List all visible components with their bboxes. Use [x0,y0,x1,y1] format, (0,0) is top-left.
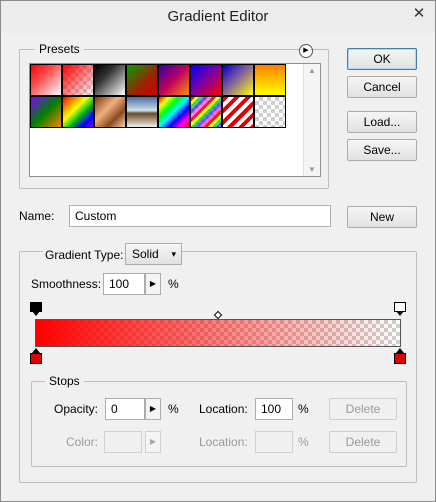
color-label: Color: [66,435,99,449]
save-button[interactable]: Save... [347,139,417,161]
scroll-up-icon[interactable]: ▲ [304,66,320,75]
gradient-fill [36,320,400,346]
preset-swatch-green-red[interactable] [126,64,158,96]
smoothness-label: Smoothness: [31,277,102,291]
preset-swatch-transparent-stripes[interactable] [190,96,222,128]
ok-button[interactable]: OK [347,48,417,70]
preset-swatch-orange-yellow[interactable] [254,64,286,96]
opacity-unit: % [168,402,179,416]
close-icon[interactable]: ✕ [405,3,433,25]
location-label: Location: [199,402,248,416]
gradient-type-value: Solid [132,247,159,261]
presets-menu-glyph: ▶ [303,47,309,54]
opacity-stop-start[interactable] [30,302,42,316]
gradient-type-select[interactable]: Solid ▾ [125,243,182,265]
window-title: Gradient Editor [167,8,269,25]
opacity-stop-end-point [396,311,404,316]
preset-swatch-blue-yellow[interactable] [222,64,254,96]
smoothness-unit: % [168,277,179,291]
opacity-stop-start-point [32,311,40,316]
gradient-type-label: Gradient Type: [43,248,126,262]
location-unit: % [298,402,309,416]
chevron-down-icon: ▾ [171,249,176,259]
color-delete-button[interactable]: Delete [329,431,397,453]
smoothness-field[interactable]: 100 [103,273,145,295]
color-stop-start[interactable] [30,348,42,364]
preset-swatch-violet-green-orange[interactable] [30,96,62,128]
color-arrow-icon[interactable]: ▶ [145,431,161,453]
color-stop-end-fill [394,353,406,364]
smoothness-arrow-icon[interactable]: ▶ [145,273,161,295]
new-button[interactable]: New [347,206,417,228]
color-location-label: Location: [199,435,248,449]
presets-scrollbar[interactable]: ▲ ▼ [303,64,320,176]
preset-swatch-black-white[interactable] [94,64,126,96]
name-label: Name: [19,209,55,223]
opacity-field[interactable]: 0 [105,398,145,420]
gradient-editor-window: Gradient Editor ✕ Presets ▶ ▲ ▼ OK Cance… [0,0,436,502]
preset-swatch-spectrum[interactable] [158,96,190,128]
preset-swatch-red-stripes[interactable] [222,96,254,128]
presets-menu-icon[interactable]: ▶ [299,44,313,58]
scroll-down-icon[interactable]: ▼ [304,165,320,174]
preset-swatch-rainbow[interactable] [62,96,94,128]
color-location-unit: % [298,435,309,449]
title-bar[interactable]: Gradient Editor ✕ [1,1,435,33]
preset-swatch-list[interactable]: ▲ ▼ [29,63,321,177]
color-location-field[interactable] [255,431,293,453]
preset-swatch-red-white[interactable] [30,64,62,96]
preset-swatch-chrome[interactable] [126,96,158,128]
location-field[interactable]: 100 [255,398,293,420]
opacity-delete-button[interactable]: Delete [329,398,397,420]
stops-frame [31,381,407,467]
opacity-stop-end[interactable] [394,302,406,316]
gradient-bar[interactable] [35,319,401,347]
preset-swatch-red-transparent[interactable] [62,64,94,96]
opacity-label: Opacity: [54,402,99,416]
preset-swatch-blue-red[interactable] [190,64,222,96]
name-field[interactable]: Custom [69,205,331,227]
stops-label: Stops [45,374,84,388]
preset-swatch-copper[interactable] [94,96,126,128]
color-stop-end[interactable] [394,348,406,364]
presets-label: Presets [35,42,84,56]
cancel-button[interactable]: Cancel [347,76,417,98]
preset-swatch-purple-orange[interactable] [158,64,190,96]
load-button[interactable]: Load... [347,111,417,133]
preset-swatch-transparent[interactable] [254,96,286,128]
color-swatch-field[interactable] [104,431,142,453]
color-stop-start-fill [30,353,42,364]
opacity-arrow-icon[interactable]: ▶ [145,398,161,420]
